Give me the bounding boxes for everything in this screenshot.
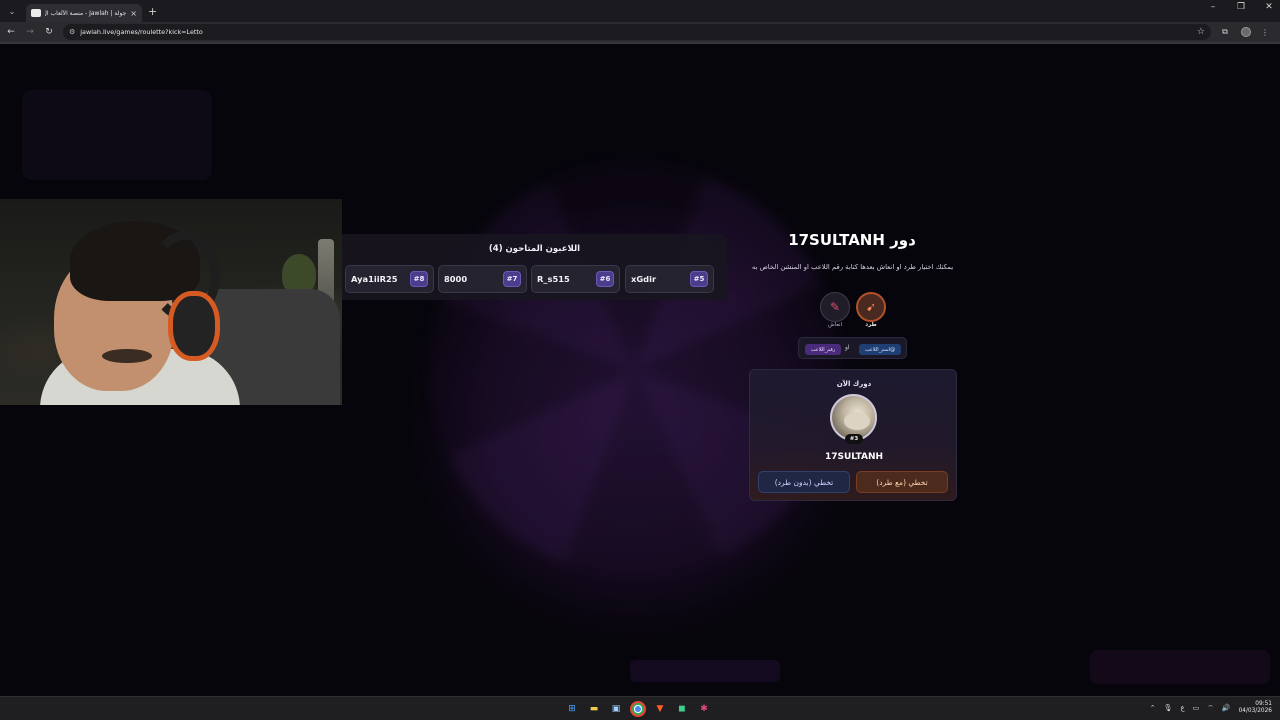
turn-title: دور 17SULTANH: [788, 231, 916, 249]
player-rank-badge: #7: [503, 271, 521, 287]
player-name: 8000: [444, 274, 468, 284]
current-turn-label: دورك الآن: [836, 380, 872, 388]
player-name: xGdir: [631, 274, 657, 284]
profile-avatar-icon[interactable]: [1241, 27, 1251, 37]
qualified-players-title: اللاعبون المتاحون (4): [488, 244, 581, 254]
current-player-rank-badge: #3: [845, 434, 863, 444]
back-arrow-icon[interactable]: ←: [3, 27, 19, 37]
extensions-icon[interactable]: ⧉: [1217, 27, 1233, 37]
file-explorer-icon[interactable]: ▬: [586, 701, 602, 717]
language-indicator[interactable]: ع: [1180, 704, 1184, 712]
browser-menu-icon[interactable]: ⋮: [1257, 28, 1273, 37]
system-tray: ⌃ 🎙 ع ▭ ⌔ 🔊 09:51 04/03/2026: [1150, 701, 1272, 715]
taskbar-clock[interactable]: 09:51 04/03/2026: [1239, 701, 1272, 715]
microphone-icon[interactable]: 🎙: [1164, 704, 1173, 712]
app-icon[interactable]: ✱: [696, 701, 712, 717]
player-rank-badge: #8: [410, 271, 428, 287]
input-hint: @اسم_اللاعب او رقم_اللاعب: [798, 337, 907, 359]
background-panel-left: [22, 90, 212, 180]
kick-action-button[interactable]: ➹: [856, 292, 886, 322]
syringe-icon: ✎: [829, 300, 841, 314]
display-icon[interactable]: ▭: [1193, 704, 1200, 712]
revive-action-button[interactable]: ✎: [820, 292, 850, 322]
screen: ⌄ جولة | Jawlah - منصة الألعاب ال... × +…: [0, 0, 1280, 720]
tab-close-icon[interactable]: ×: [130, 9, 137, 18]
site-info-icon[interactable]: ⚙: [69, 28, 75, 36]
forward-arrow-icon[interactable]: →: [22, 27, 38, 37]
url-text[interactable]: jawlah.live/games/roulette?kick=Letto: [80, 28, 1192, 36]
streamer-mustache: [102, 349, 152, 363]
network-icon[interactable]: ⌔: [1207, 704, 1214, 713]
avatar-cat-image: [844, 412, 870, 430]
player-card[interactable]: R_s515 #6: [531, 265, 620, 293]
os-taskbar: ⊞ ▬ ▣ ▼ ◼ ✱ ⌃ 🎙 ع ▭ ⌔ 🔊 09:51 04/03/2026: [0, 696, 1280, 720]
player-rank-badge: #5: [690, 271, 708, 287]
headphone-cup: [168, 291, 220, 361]
browser-toolbar: ← → ↻ ⚙ jawlah.live/games/roulette?kick=…: [0, 22, 1280, 42]
tab-search-chevron-icon[interactable]: ⌄: [4, 3, 20, 19]
close-window-button[interactable]: ✕: [1262, 2, 1276, 12]
username-hint-pill: @اسم_اللاعب: [859, 344, 901, 355]
webcam-plant: [282, 254, 316, 294]
player-name: R_s515: [537, 274, 570, 284]
player-rank-badge: #6: [596, 271, 614, 287]
background-panel-right: [1090, 650, 1270, 684]
site-favicon-icon: [31, 9, 41, 17]
player-card[interactable]: 8000 #7: [438, 265, 527, 293]
skip-with-kick-button[interactable]: تخطي (مع طرد): [856, 471, 948, 493]
revive-action-label: انعاش: [827, 322, 843, 328]
app-icon[interactable]: ◼: [674, 701, 690, 717]
address-bar[interactable]: ⚙ jawlah.live/games/roulette?kick=Letto …: [63, 24, 1211, 40]
turn-instructions: يمكنك اختيار طرد او انعاش بعدها كتابة رق…: [751, 263, 954, 271]
player-card[interactable]: xGdir #5: [625, 265, 714, 293]
taskbar-apps: ⊞ ▬ ▣ ▼ ◼ ✱: [564, 701, 712, 717]
brave-icon[interactable]: ▼: [652, 701, 668, 717]
reload-icon[interactable]: ↻: [41, 27, 57, 37]
hint-or-text: او: [845, 344, 850, 351]
volume-icon[interactable]: 🔊: [1222, 704, 1231, 712]
number-hint-pill: رقم_اللاعب: [805, 344, 841, 355]
maximize-button[interactable]: ❐: [1234, 2, 1248, 12]
new-tab-button[interactable]: +: [148, 5, 157, 18]
store-icon[interactable]: ▣: [608, 701, 624, 717]
browser-tab-bar: ⌄ جولة | Jawlah - منصة الألعاب ال... × +…: [0, 0, 1280, 22]
minimize-button[interactable]: –: [1206, 2, 1220, 12]
kick-action-label: طرد: [865, 322, 877, 328]
player-name: Aya1iiR25: [351, 274, 398, 284]
tray-overflow-icon[interactable]: ⌃: [1150, 704, 1156, 712]
current-turn-card: دورك الآن #3 17SULTANH تخطي (مع طرد) تخط…: [749, 369, 957, 501]
kick-icon: ➹: [865, 300, 877, 314]
player-card[interactable]: Aya1iiR25 #8: [345, 265, 434, 293]
clock-date: 04/03/2026: [1238, 708, 1272, 714]
bookmark-star-icon[interactable]: ☆: [1197, 27, 1205, 37]
browser-tab-active[interactable]: جولة | Jawlah - منصة الألعاب ال... ×: [26, 4, 142, 22]
background-button-bottom: [630, 660, 780, 682]
skip-without-kick-button[interactable]: تخطي (بدون طرد): [758, 471, 850, 493]
clock-time: 09:51: [1255, 701, 1272, 707]
current-player-name: 17SULTANH: [824, 452, 884, 462]
qualified-players-panel: اللاعبون المتاحون (4) Aya1iiR25 #8 8000 …: [342, 234, 727, 300]
chrome-icon[interactable]: [630, 701, 646, 717]
windows-start-icon[interactable]: ⊞: [564, 701, 580, 717]
webcam-overlay: [0, 199, 342, 405]
window-controls: – ❐ ✕: [1206, 2, 1276, 12]
tab-title: جولة | Jawlah - منصة الألعاب ال...: [45, 9, 127, 17]
